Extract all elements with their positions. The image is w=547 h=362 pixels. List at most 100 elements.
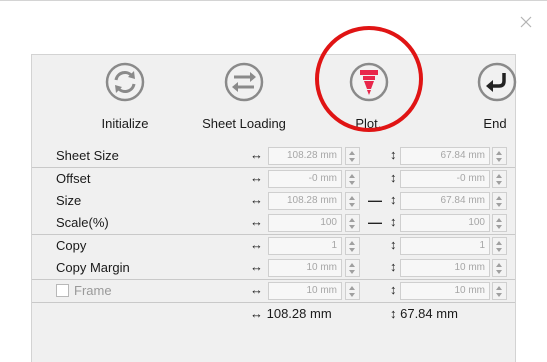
copy-margin-x-field[interactable]: 10 mm (268, 259, 342, 277)
copy-x-spinner[interactable] (345, 237, 360, 255)
spin-up-icon[interactable] (496, 218, 502, 222)
size-height-field[interactable]: 67.84 mm (400, 192, 490, 210)
aspect-lock-icon[interactable]: — (368, 214, 382, 230)
copy-y-spinner[interactable] (492, 237, 507, 255)
offset-x-field[interactable]: -0 mm (268, 170, 342, 188)
vertical-arrow-icon: ↕ (390, 147, 397, 162)
spin-down-icon[interactable] (496, 248, 502, 252)
horizontal-arrow-icon: ↔ (250, 192, 263, 207)
spin-up-icon[interactable] (349, 263, 355, 267)
total-height: ↕ 67.84 mm (390, 306, 458, 321)
spin-up-icon[interactable] (496, 151, 502, 155)
spin-down-icon[interactable] (496, 181, 502, 185)
sheet-width-spinner[interactable] (345, 147, 360, 165)
spin-down-icon[interactable] (349, 225, 355, 229)
frame-y-field[interactable]: 10 mm (400, 282, 490, 300)
size-width-field[interactable]: 108.28 mm (268, 192, 342, 210)
vertical-arrow-icon: ↕ (390, 170, 397, 185)
initialize-label: Initialize (101, 116, 149, 131)
vertical-arrow-icon: ↕ (390, 259, 397, 274)
spin-down-icon[interactable] (349, 158, 355, 162)
sheet-loading-label: Sheet Loading (202, 116, 286, 131)
plot-button[interactable]: Plot... (317, 55, 427, 135)
spin-down-icon[interactable] (349, 248, 355, 252)
initialize-button[interactable]: Initialize (70, 55, 180, 135)
scale-y-field[interactable]: 100 (400, 214, 490, 232)
total-width: ↔ 108.28 mm (250, 306, 332, 321)
swap-arrows-icon (224, 62, 264, 102)
spin-up-icon[interactable] (496, 241, 502, 245)
copy-label: Copy (56, 238, 87, 253)
spin-down-icon[interactable] (496, 158, 502, 162)
spin-up-icon[interactable] (349, 241, 355, 245)
plotter-cutter-icon (349, 62, 389, 102)
offset-label: Offset (56, 171, 91, 186)
spin-down-icon[interactable] (349, 270, 355, 274)
sheet-size-row: Sheet Size ↔ 108.28 mm ↕ 67.84 mm (32, 145, 515, 167)
spin-down-icon[interactable] (496, 293, 502, 297)
spin-down-icon[interactable] (496, 203, 502, 207)
spin-up-icon[interactable] (349, 218, 355, 222)
spin-down-icon[interactable] (496, 225, 502, 229)
window-top-border (0, 0, 547, 1)
totals-row: ↔ 108.28 mm ↕ 67.84 mm (32, 302, 515, 325)
end-button[interactable]: End (440, 55, 547, 135)
sheet-width-field[interactable]: 108.28 mm (268, 147, 342, 165)
offset-x-spinner[interactable] (345, 170, 360, 188)
frame-label: Frame (74, 283, 112, 298)
sheet-height-spinner[interactable] (492, 147, 507, 165)
spin-up-icon[interactable] (496, 286, 502, 290)
frame-y-spinner[interactable] (492, 282, 507, 300)
spin-down-icon[interactable] (496, 270, 502, 274)
offset-y-spinner[interactable] (492, 170, 507, 188)
spin-up-icon[interactable] (349, 196, 355, 200)
refresh-icon (105, 62, 145, 102)
vertical-arrow-icon: ↕ (390, 192, 397, 207)
spin-up-icon[interactable] (496, 174, 502, 178)
scale-x-spinner[interactable] (345, 214, 360, 232)
plot-settings-panel: Initialize Sheet Loading Plot... End She… (31, 54, 517, 362)
frame-row: Frame ↔ 10 mm ↕ 10 mm (32, 279, 515, 302)
sheet-size-label: Sheet Size (56, 148, 119, 163)
frame-x-field[interactable]: 10 mm (268, 282, 342, 300)
spin-up-icon[interactable] (349, 174, 355, 178)
copy-margin-row: Copy Margin ↔ 10 mm ↕ 10 mm (32, 257, 515, 279)
spin-up-icon[interactable] (349, 151, 355, 155)
return-arrow-icon (477, 62, 517, 102)
spin-down-icon[interactable] (349, 203, 355, 207)
copy-y-field[interactable]: 1 (400, 237, 490, 255)
copy-margin-y-spinner[interactable] (492, 259, 507, 277)
vertical-arrow-icon: ↕ (390, 214, 397, 229)
size-width-spinner[interactable] (345, 192, 360, 210)
spin-up-icon[interactable] (496, 263, 502, 267)
spin-down-icon[interactable] (349, 293, 355, 297)
spin-down-icon[interactable] (349, 181, 355, 185)
spin-up-icon[interactable] (496, 196, 502, 200)
sheet-height-field[interactable]: 67.84 mm (400, 147, 490, 165)
close-icon[interactable] (516, 12, 536, 32)
copy-margin-y-field[interactable]: 10 mm (400, 259, 490, 277)
vertical-arrow-icon: ↕ (390, 237, 397, 252)
scale-y-spinner[interactable] (492, 214, 507, 232)
copy-x-field[interactable]: 1 (268, 237, 342, 255)
end-label: End (483, 116, 507, 131)
scale-x-field[interactable]: 100 (268, 214, 342, 232)
frame-checkbox[interactable] (56, 284, 69, 297)
scale-row: Scale(%) ↔ 100 — ↕ 100 (32, 212, 515, 234)
offset-y-field[interactable]: -0 mm (400, 170, 490, 188)
size-label: Size (56, 193, 82, 208)
horizontal-arrow-icon: ↔ (250, 170, 263, 185)
copy-row: Copy ↔ 1 ↕ 1 (32, 234, 515, 257)
settings-grid: Sheet Size ↔ 108.28 mm ↕ 67.84 mm Offset… (32, 145, 515, 325)
plot-label: Plot... (355, 116, 389, 131)
sheet-loading-button[interactable]: Sheet Loading (189, 55, 299, 135)
copy-margin-x-spinner[interactable] (345, 259, 360, 277)
spin-up-icon[interactable] (349, 286, 355, 290)
horizontal-arrow-icon: ↔ (250, 147, 263, 162)
aspect-lock-icon[interactable]: — (368, 192, 382, 208)
size-height-spinner[interactable] (492, 192, 507, 210)
horizontal-arrow-icon: ↔ (250, 214, 263, 229)
horizontal-arrow-icon: ↔ (250, 282, 263, 297)
horizontal-arrow-icon: ↔ (250, 237, 263, 252)
frame-x-spinner[interactable] (345, 282, 360, 300)
